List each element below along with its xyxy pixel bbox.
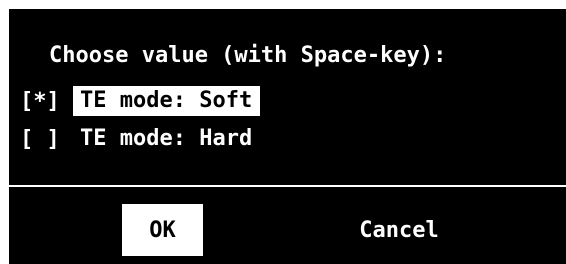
option-checkbox[interactable]: [ ] (20, 127, 73, 152)
dialog-prompt: Choose value (with Space-key): (49, 43, 447, 68)
option-label[interactable]: TE mode: Hard (73, 124, 260, 154)
cancel-button[interactable]: Cancel (339, 204, 459, 256)
choice-dialog: Choose value (with Space-key): [*] TE mo… (9, 9, 566, 264)
option-checkbox[interactable]: [*] (20, 89, 73, 114)
option-label[interactable]: TE mode: Soft (73, 86, 261, 116)
option-te-mode-soft[interactable]: [*] TE mode: Soft (20, 85, 261, 117)
dialog-divider (9, 185, 566, 187)
option-te-mode-hard[interactable]: [ ] TE mode: Hard (20, 123, 260, 155)
ok-button[interactable]: OK (122, 204, 203, 256)
